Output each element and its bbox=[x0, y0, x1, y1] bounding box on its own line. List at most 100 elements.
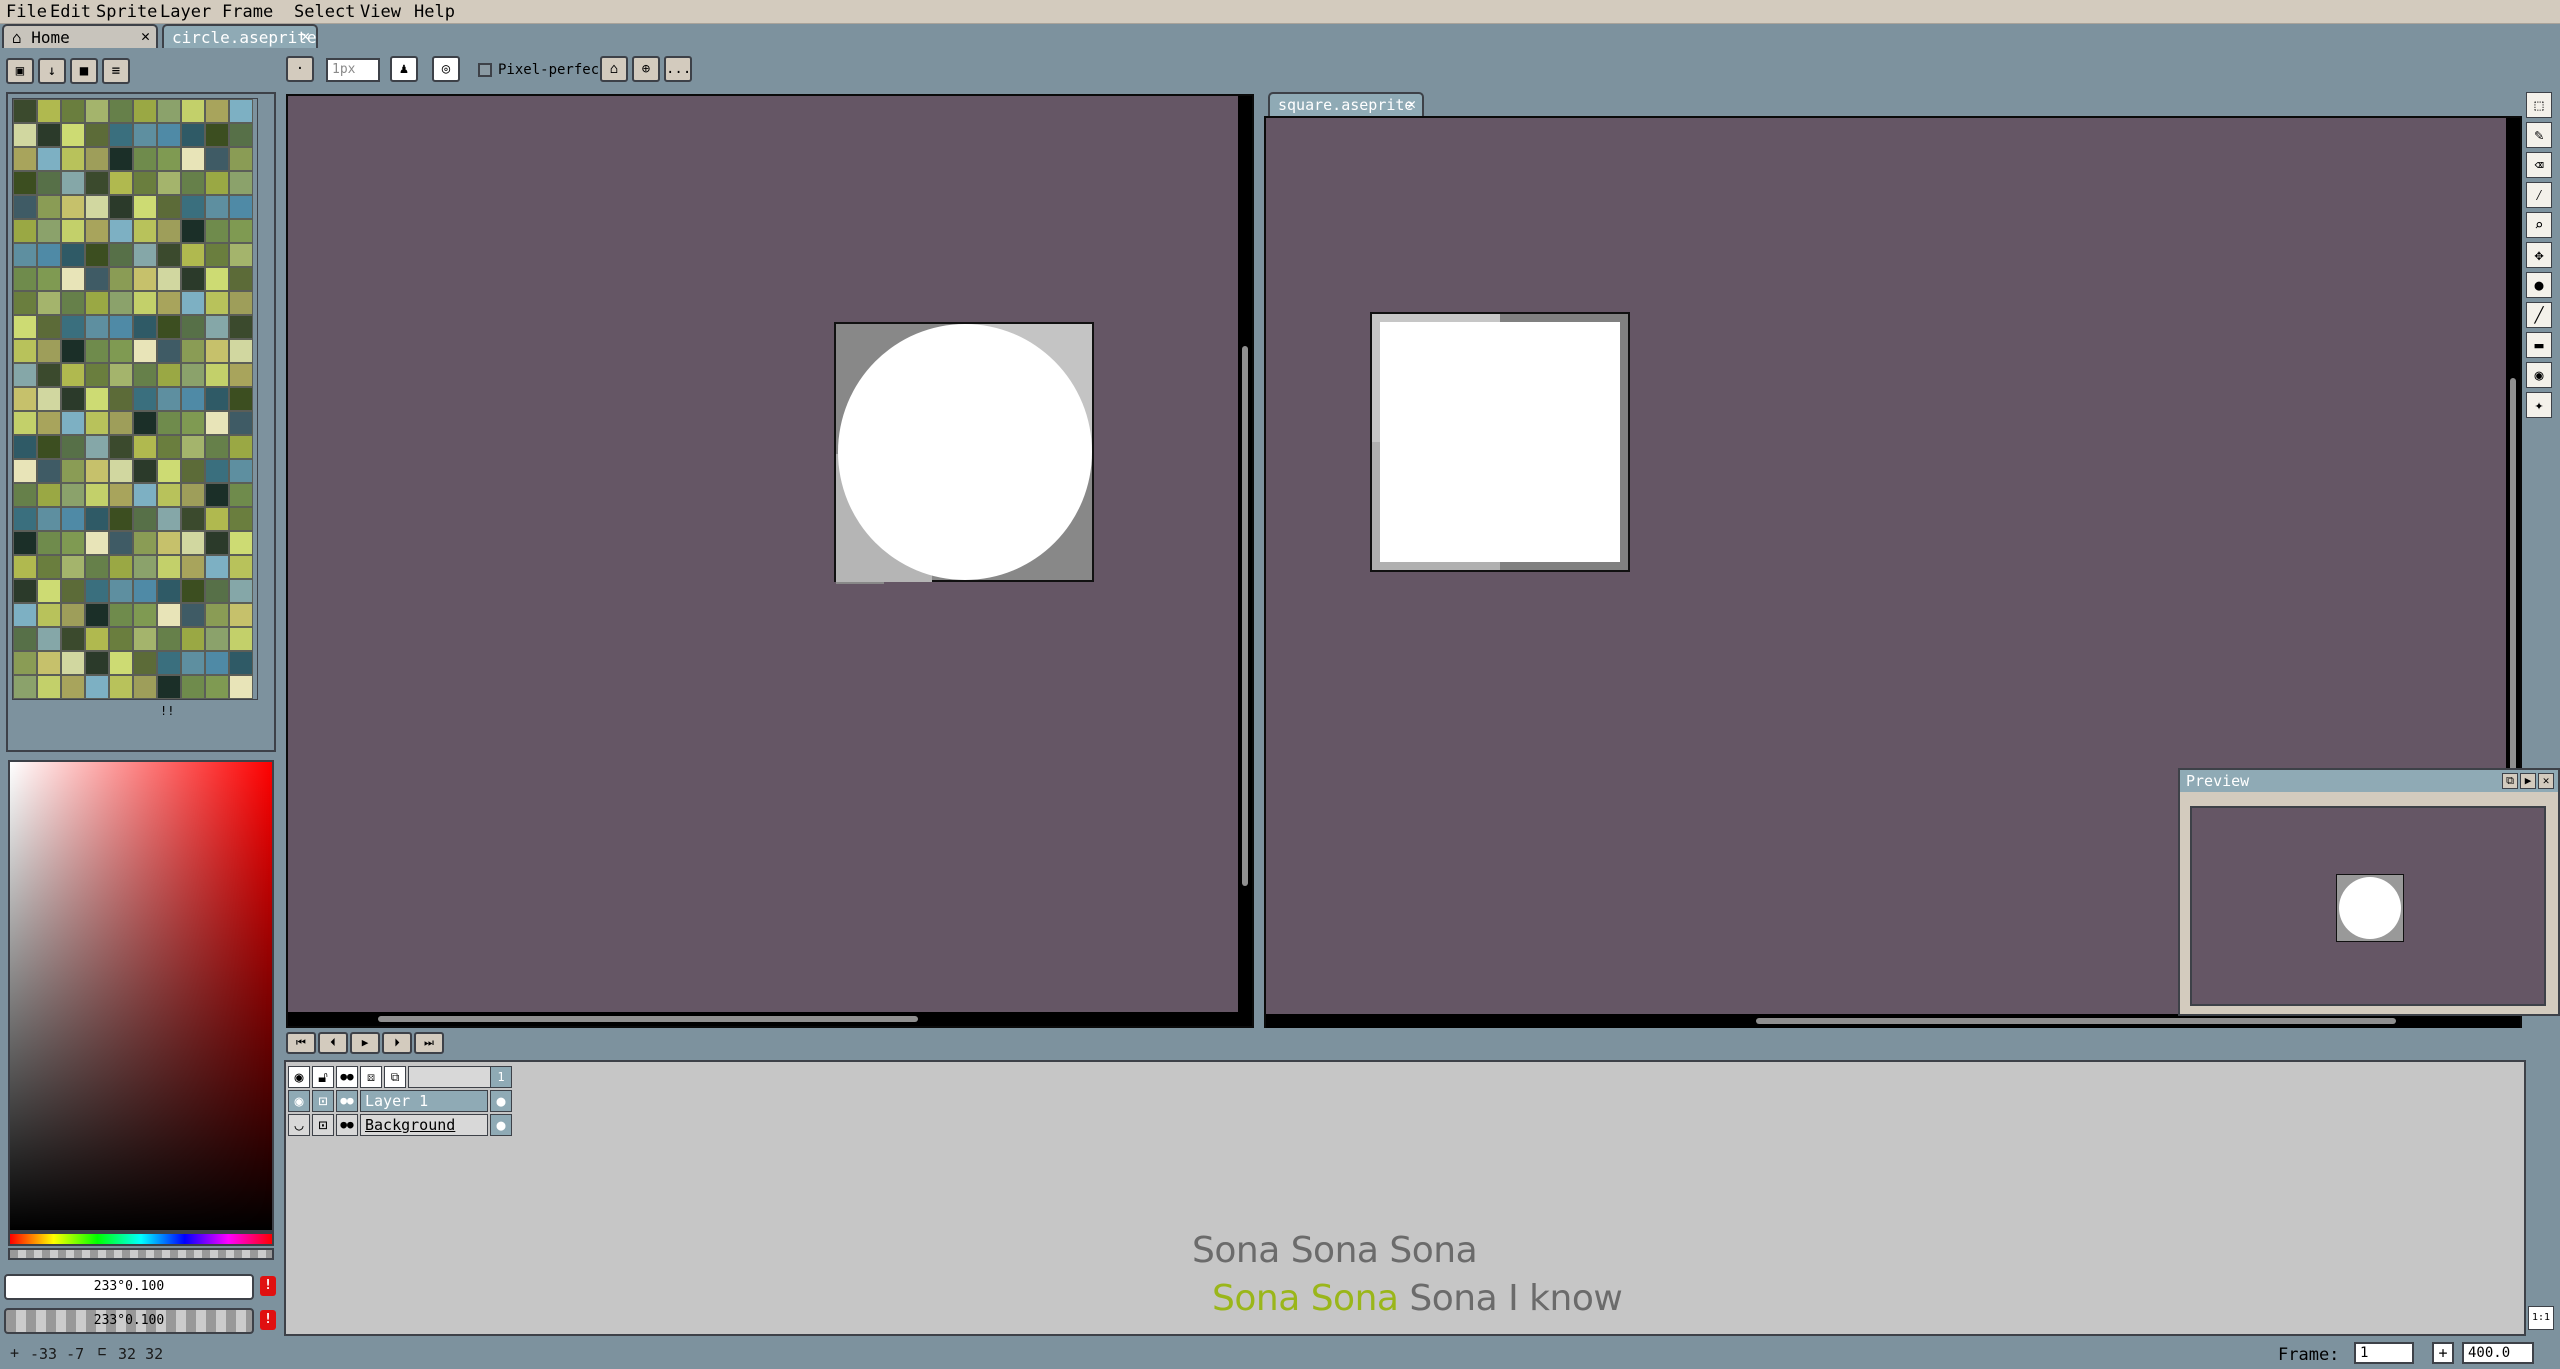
palette-swatch[interactable] bbox=[133, 603, 157, 627]
palette-swatch[interactable] bbox=[13, 123, 37, 147]
scroll-thumb[interactable] bbox=[1756, 1018, 2396, 1024]
palette-swatch[interactable] bbox=[37, 627, 61, 651]
reset-zoom-button[interactable]: 1:1 bbox=[2528, 1306, 2554, 1330]
palette-swatch[interactable] bbox=[37, 579, 61, 603]
tab-circle[interactable]: circle.aseprite ✕ bbox=[162, 24, 318, 48]
palette-swatch[interactable] bbox=[205, 123, 229, 147]
palette-swatch[interactable] bbox=[229, 651, 253, 675]
palette-swatch[interactable] bbox=[133, 99, 157, 123]
palette-swatch[interactable] bbox=[109, 99, 133, 123]
palette-swatch[interactable] bbox=[133, 219, 157, 243]
palette-swatch[interactable] bbox=[133, 579, 157, 603]
palette-swatch[interactable] bbox=[61, 603, 85, 627]
continuous-icon[interactable]: ●● bbox=[336, 1066, 358, 1088]
menu-select[interactable]: Select bbox=[294, 2, 355, 22]
palette-swatch[interactable] bbox=[205, 579, 229, 603]
palette-swatch[interactable] bbox=[133, 243, 157, 267]
hue-slider[interactable] bbox=[8, 1232, 274, 1246]
palette-swatch[interactable] bbox=[157, 315, 181, 339]
palette-swatch[interactable] bbox=[37, 603, 61, 627]
palette-swatch[interactable] bbox=[37, 267, 61, 291]
eye-icon[interactable]: ◡ bbox=[288, 1114, 310, 1136]
palette-swatch[interactable] bbox=[205, 483, 229, 507]
palette-swatch[interactable] bbox=[13, 579, 37, 603]
palette-swatch[interactable] bbox=[85, 483, 109, 507]
palette-swatch[interactable] bbox=[229, 483, 253, 507]
menu-edit[interactable]: Edit bbox=[50, 2, 91, 22]
scroll-thumb[interactable] bbox=[1242, 346, 1248, 886]
lock-icon[interactable]: ▣ bbox=[6, 58, 34, 84]
palette-swatch[interactable] bbox=[133, 555, 157, 579]
palette-swatch[interactable] bbox=[133, 435, 157, 459]
editor-circle[interactable] bbox=[286, 94, 1254, 1028]
palette-swatch[interactable] bbox=[229, 579, 253, 603]
palette-swatch[interactable] bbox=[157, 243, 181, 267]
palette-swatch[interactable] bbox=[37, 339, 61, 363]
palette-swatch[interactable] bbox=[157, 363, 181, 387]
tab-square[interactable]: square.aseprite ✕ bbox=[1268, 92, 1424, 116]
brush-icon[interactable]: ♟ bbox=[390, 56, 418, 82]
palette-swatch[interactable] bbox=[37, 387, 61, 411]
palette-swatch[interactable] bbox=[205, 243, 229, 267]
palette-swatch[interactable] bbox=[109, 267, 133, 291]
close-icon[interactable]: ✕ bbox=[301, 27, 310, 45]
palette-swatch[interactable] bbox=[205, 411, 229, 435]
palette-swatch[interactable] bbox=[181, 219, 205, 243]
palette-swatch[interactable] bbox=[157, 555, 181, 579]
last-frame-button[interactable]: ⏭ bbox=[414, 1032, 444, 1054]
first-frame-button[interactable]: ⏮ bbox=[286, 1032, 316, 1054]
palette-swatch[interactable] bbox=[61, 555, 85, 579]
palette-swatch[interactable] bbox=[205, 435, 229, 459]
palette-swatch[interactable] bbox=[157, 339, 181, 363]
palette-swatch[interactable] bbox=[61, 291, 85, 315]
palette-swatch[interactable] bbox=[229, 627, 253, 651]
palette-swatch[interactable] bbox=[133, 315, 157, 339]
palette-swatch[interactable] bbox=[13, 171, 37, 195]
palette-swatch[interactable] bbox=[85, 195, 109, 219]
palette-swatch[interactable] bbox=[109, 531, 133, 555]
palette-swatch[interactable] bbox=[61, 675, 85, 699]
palette-swatch[interactable] bbox=[109, 411, 133, 435]
palette-swatch[interactable] bbox=[205, 387, 229, 411]
palette-swatch[interactable] bbox=[181, 675, 205, 699]
palette-swatch[interactable] bbox=[205, 627, 229, 651]
palette-swatch[interactable] bbox=[85, 651, 109, 675]
palette-swatch[interactable] bbox=[109, 219, 133, 243]
palette-swatch[interactable] bbox=[13, 435, 37, 459]
palette-swatch[interactable] bbox=[109, 291, 133, 315]
palette-swatch[interactable] bbox=[85, 291, 109, 315]
palette-swatch[interactable] bbox=[61, 123, 85, 147]
sprite-canvas[interactable] bbox=[1370, 312, 1630, 572]
palette-swatch[interactable] bbox=[205, 603, 229, 627]
palette-swatch[interactable] bbox=[181, 147, 205, 171]
palette-swatch[interactable] bbox=[13, 411, 37, 435]
fg-color-field[interactable]: 233°0.100 bbox=[4, 1274, 254, 1300]
palette-swatch[interactable] bbox=[61, 435, 85, 459]
palette-swatch[interactable] bbox=[157, 459, 181, 483]
palette-swatch[interactable] bbox=[37, 123, 61, 147]
palette-swatch[interactable] bbox=[133, 147, 157, 171]
palette-swatch[interactable] bbox=[109, 363, 133, 387]
eye-icon[interactable]: ◉ bbox=[288, 1090, 310, 1112]
menu-sprite[interactable]: Sprite bbox=[96, 2, 157, 22]
next-frame-button[interactable]: ⏵ bbox=[382, 1032, 412, 1054]
palette-swatch[interactable] bbox=[85, 243, 109, 267]
palette-swatch[interactable] bbox=[229, 531, 253, 555]
palette-swatch[interactable] bbox=[133, 339, 157, 363]
palette-swatch[interactable] bbox=[37, 291, 61, 315]
palette-swatch[interactable] bbox=[181, 579, 205, 603]
lock-icon[interactable]: ⊡ bbox=[312, 1114, 334, 1136]
zoom-field[interactable]: 400.0 bbox=[2462, 1342, 2534, 1364]
palette-swatch[interactable] bbox=[61, 459, 85, 483]
palette-swatch[interactable] bbox=[13, 195, 37, 219]
palette-swatch[interactable] bbox=[61, 627, 85, 651]
palette-swatch[interactable] bbox=[85, 411, 109, 435]
palette-swatch[interactable] bbox=[157, 483, 181, 507]
frame-header[interactable]: 1 bbox=[490, 1066, 512, 1088]
palette-swatch[interactable] bbox=[109, 627, 133, 651]
palette-swatch[interactable] bbox=[85, 339, 109, 363]
palette-swatch[interactable] bbox=[13, 267, 37, 291]
menu-file[interactable]: File bbox=[6, 2, 47, 22]
symmetry-icon[interactable]: ⌂ bbox=[600, 56, 628, 82]
palette-swatch[interactable] bbox=[229, 291, 253, 315]
